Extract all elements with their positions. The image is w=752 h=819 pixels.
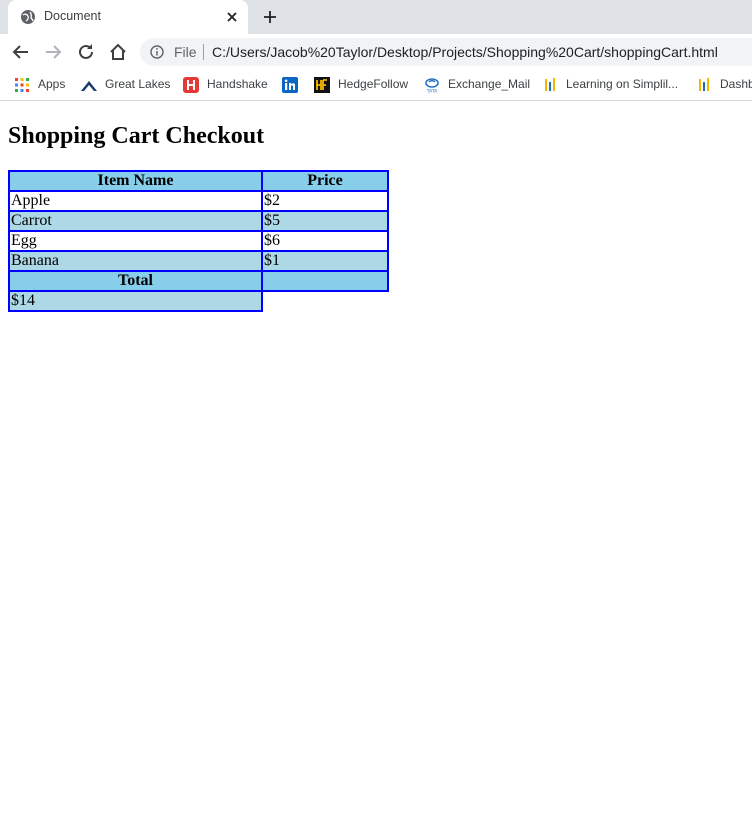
- forward-arrow-icon[interactable]: [44, 43, 62, 61]
- reload-icon[interactable]: [77, 43, 95, 61]
- table-row: Egg $6: [8, 230, 389, 252]
- table-header-row: Item Name Price: [8, 170, 389, 192]
- table-row: Banana $1: [8, 250, 389, 272]
- item-name-cell: Apple: [8, 190, 263, 212]
- toolbar: File C:/Users/Jacob%20Taylor/Desktop/Pro…: [0, 34, 752, 70]
- new-tab-icon[interactable]: [262, 9, 278, 25]
- bookmarks-bar: Apps Great Lakes Handshake HedgeFollow T…: [0, 70, 752, 101]
- back-arrow-icon[interactable]: [12, 43, 30, 61]
- bookmark-label: Learning on Simplil...: [566, 77, 679, 91]
- blank-cell: [262, 291, 388, 311]
- bookmark-great-lakes[interactable]: Great Lakes: [81, 76, 171, 94]
- total-empty-cell: [261, 270, 389, 292]
- tata-icon: TATA: [425, 78, 439, 94]
- item-name-cell: Banana: [8, 250, 263, 272]
- bookmark-label: Great Lakes: [105, 77, 171, 91]
- tab-strip: Document: [0, 0, 752, 34]
- bookmark-simplilearn[interactable]: Learning on Simplil...: [542, 76, 687, 94]
- linkedin-icon: [282, 77, 298, 93]
- bookmark-dashboard[interactable]: Dashb: [696, 76, 752, 94]
- svg-text:TATA: TATA: [426, 89, 439, 94]
- page-title: Shopping Cart Checkout: [8, 123, 265, 149]
- dashboard-icon: [699, 78, 709, 91]
- bookmark-handshake[interactable]: Handshake: [183, 76, 273, 94]
- bookmark-linkedin[interactable]: [282, 76, 302, 94]
- bookmark-label: Handshake: [207, 77, 268, 91]
- apps-grid-icon: [15, 78, 29, 92]
- price-cell: $5: [261, 210, 389, 232]
- bookmark-label: HedgeFollow: [338, 77, 409, 91]
- tab-title: Document: [44, 9, 101, 23]
- bookmark-label: Dashb: [720, 77, 752, 91]
- great-lakes-icon: [81, 81, 97, 91]
- hedgefollow-icon: [314, 77, 330, 93]
- item-name-cell: Carrot: [8, 210, 263, 232]
- url-scheme: File: [174, 44, 197, 60]
- table-row: Carrot $5: [8, 210, 389, 232]
- url-text[interactable]: C:/Users/Jacob%20Taylor/Desktop/Projects…: [212, 44, 718, 60]
- cart-table: Item Name Price Apple $2 Carrot $5 Egg $…: [8, 170, 389, 312]
- globe-icon: [21, 10, 35, 24]
- tab-document[interactable]: Document: [8, 0, 248, 34]
- bookmark-exchange-mail[interactable]: TATA Exchange_Mail: [424, 76, 534, 94]
- bookmark-label: Apps: [38, 77, 66, 91]
- column-header-price: Price: [261, 170, 389, 192]
- total-row: Total: [8, 270, 389, 292]
- item-name-cell: Egg: [8, 230, 263, 252]
- total-value-row: $14: [8, 290, 388, 312]
- page-content: Shopping Cart Checkout Item Name Price A…: [0, 101, 752, 819]
- close-icon[interactable]: [225, 10, 239, 24]
- home-icon[interactable]: [109, 43, 127, 61]
- bookmark-label: Exchange_Mail: [448, 77, 531, 91]
- simplilearn-icon: [545, 78, 555, 91]
- table-row: Apple $2: [8, 190, 389, 212]
- bookmark-apps[interactable]: Apps: [14, 76, 74, 94]
- total-label: Total: [8, 270, 263, 292]
- handshake-icon: [183, 77, 199, 93]
- info-icon[interactable]: [150, 45, 164, 59]
- price-cell: $1: [261, 250, 389, 272]
- bookmark-hedgefollow[interactable]: HedgeFollow: [314, 76, 414, 94]
- price-cell: $2: [261, 190, 389, 212]
- total-value: $14: [8, 290, 263, 312]
- address-bar[interactable]: File C:/Users/Jacob%20Taylor/Desktop/Pro…: [140, 38, 752, 66]
- scheme-divider: [203, 44, 204, 60]
- price-cell: $6: [261, 230, 389, 252]
- column-header-item-name: Item Name: [8, 170, 263, 192]
